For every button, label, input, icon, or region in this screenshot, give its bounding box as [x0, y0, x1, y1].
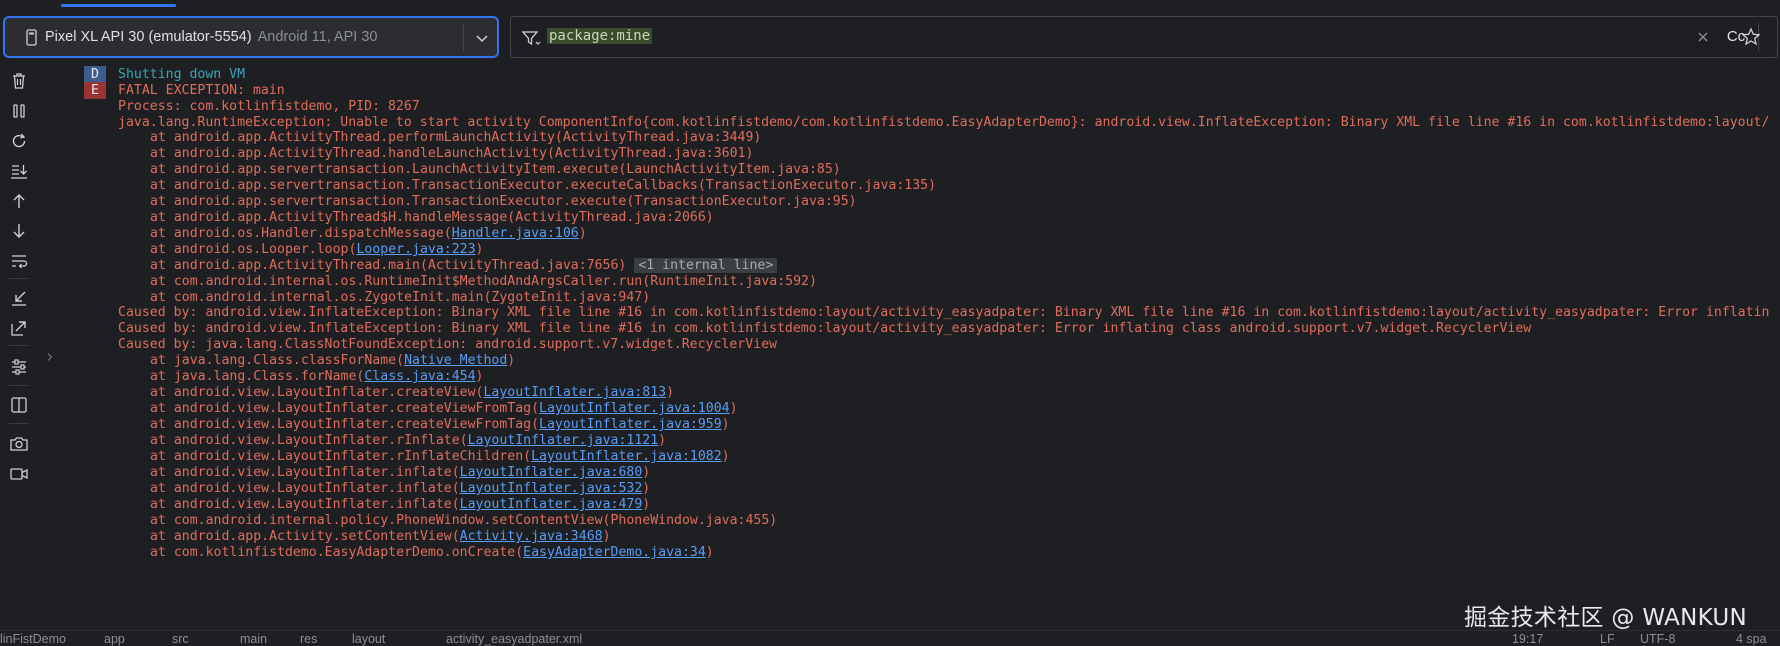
source-link[interactable]: LayoutInflater.java:959 [539, 417, 722, 432]
expand-icon[interactable] [8, 317, 30, 339]
filter-query-text: package:mine [547, 28, 653, 44]
star-icon[interactable] [1740, 26, 1762, 48]
divider [9, 385, 29, 386]
status-bar: linFistDemo app src main res layout acti… [0, 630, 1780, 646]
divider [9, 345, 29, 346]
filter-icon[interactable] [520, 28, 542, 48]
log-level-badge: D [84, 66, 106, 83]
cursor-position[interactable]: 19:17 [1512, 631, 1543, 646]
breadcrumb-module[interactable]: app [104, 631, 125, 646]
arrow-up-icon[interactable] [8, 190, 30, 212]
frame-text: at android.view.LayoutInflater.inflate( [150, 465, 460, 480]
device-api-level: Android 11, API 30 [257, 29, 378, 45]
line-separator[interactable]: LF [1600, 631, 1615, 646]
chevron-right-icon[interactable] [44, 348, 56, 361]
divider [463, 23, 464, 51]
source-link[interactable]: Looper.java:223 [356, 242, 475, 257]
frame-text: at android.view.LayoutInflater.inflate( [150, 481, 460, 496]
filter-query[interactable]: package:mine [547, 26, 653, 46]
source-link[interactable]: LayoutInflater.java:680 [460, 465, 643, 480]
breadcrumb-folder[interactable]: layout [352, 631, 385, 646]
log-gutter [40, 62, 84, 622]
device-selector[interactable]: Pixel XL API 30 (emulator-5554) Android … [3, 16, 499, 58]
source-link[interactable]: Native Method [404, 353, 507, 368]
frame-text: at android.view.LayoutInflater.rInflate( [150, 433, 468, 448]
breadcrumb-folder[interactable]: main [240, 631, 267, 646]
camera-icon[interactable] [8, 433, 30, 455]
frame-text: at java.lang.Class.forName( [150, 369, 365, 384]
video-icon[interactable] [8, 463, 30, 485]
source-link[interactable]: LayoutInflater.java:479 [460, 497, 643, 512]
frame-text: at android.view.LayoutInflater.createVie… [150, 401, 540, 416]
frame-text: at android.view.LayoutInflater.createVie… [150, 385, 484, 400]
collapse-icon[interactable] [8, 287, 30, 309]
phone-icon [26, 28, 37, 46]
arrow-down-icon[interactable] [8, 220, 30, 242]
device-name: Pixel XL API 30 (emulator-5554) [45, 29, 252, 45]
frame-text: at android.view.LayoutInflater.createVie… [150, 417, 540, 432]
frame-text: at android.view.LayoutInflater.rInflateC… [150, 449, 532, 464]
trash-icon[interactable] [8, 70, 30, 92]
source-link[interactable]: Handler.java:106 [452, 226, 579, 241]
tool-window-header [0, 0, 1780, 14]
active-tab-indicator [61, 4, 176, 7]
settings-icon[interactable] [8, 356, 30, 378]
logcat-output[interactable]: D Shutting down VM E FATAL EXCEPTION: main… [84, 66, 1780, 622]
source-link[interactable]: LayoutInflater.java:1121 [468, 433, 659, 448]
breadcrumb-project[interactable]: linFistDemo [0, 631, 66, 646]
frame-text: at java.lang.Class.classForName( [150, 353, 405, 368]
frame-text: at android.os.Handler.dispatchMessage( [150, 226, 452, 241]
pause-icon[interactable] [8, 100, 30, 122]
file-encoding[interactable]: UTF-8 [1640, 631, 1675, 646]
watermark: 掘金技术社区 @ WANKUN [1464, 605, 1748, 631]
scroll-to-end-icon[interactable] [8, 160, 30, 182]
frame-text: at android.view.LayoutInflater.inflate( [150, 497, 460, 512]
source-link[interactable]: LayoutInflater.java:532 [460, 481, 643, 496]
breadcrumb-folder[interactable]: res [300, 631, 317, 646]
log-message: Shutting down VM [118, 67, 246, 82]
frame-text: at android.app.Activity.setContentView( [150, 529, 460, 544]
frame-text: at android.os.Looper.loop( [150, 242, 357, 257]
internal-lines-fold[interactable]: <1 internal line> [634, 258, 778, 273]
indent-setting[interactable]: 4 spa [1736, 631, 1767, 646]
chevron-down-icon[interactable] [471, 28, 493, 48]
logcat-toolbar [0, 62, 40, 622]
source-link[interactable]: Class.java:454 [364, 369, 475, 384]
log-message: FATAL EXCEPTION: main [118, 83, 285, 98]
source-link[interactable]: LayoutInflater.java:813 [483, 385, 666, 400]
stack-frame: at com.kotlinfistdemo.EasyAdapterDemo.on… [150, 545, 714, 560]
frame-text: at android.app.ActivityThread.main(Activ… [150, 258, 627, 273]
log-level-badge: E [84, 82, 106, 99]
restart-icon[interactable] [8, 130, 30, 152]
source-link[interactable]: LayoutInflater.java:1082 [531, 449, 722, 464]
divider [9, 278, 29, 279]
breadcrumb-file[interactable]: activity_easyadpater.xml [446, 631, 582, 646]
logcat-filter-field[interactable]: package:mine Cc [510, 16, 1778, 58]
source-link[interactable]: Activity.java:3468 [460, 529, 603, 544]
close-icon[interactable] [1693, 27, 1713, 47]
divider [9, 423, 29, 424]
split-panels-icon[interactable] [8, 394, 30, 416]
soft-wrap-icon[interactable] [8, 250, 30, 272]
breadcrumb-folder[interactable]: src [172, 631, 189, 646]
source-link[interactable]: LayoutInflater.java:1004 [539, 401, 730, 416]
source-link[interactable]: EasyAdapterDemo.java:34 [523, 545, 706, 560]
frame-text: at com.kotlinfistdemo.EasyAdapterDemo.on… [150, 545, 524, 560]
